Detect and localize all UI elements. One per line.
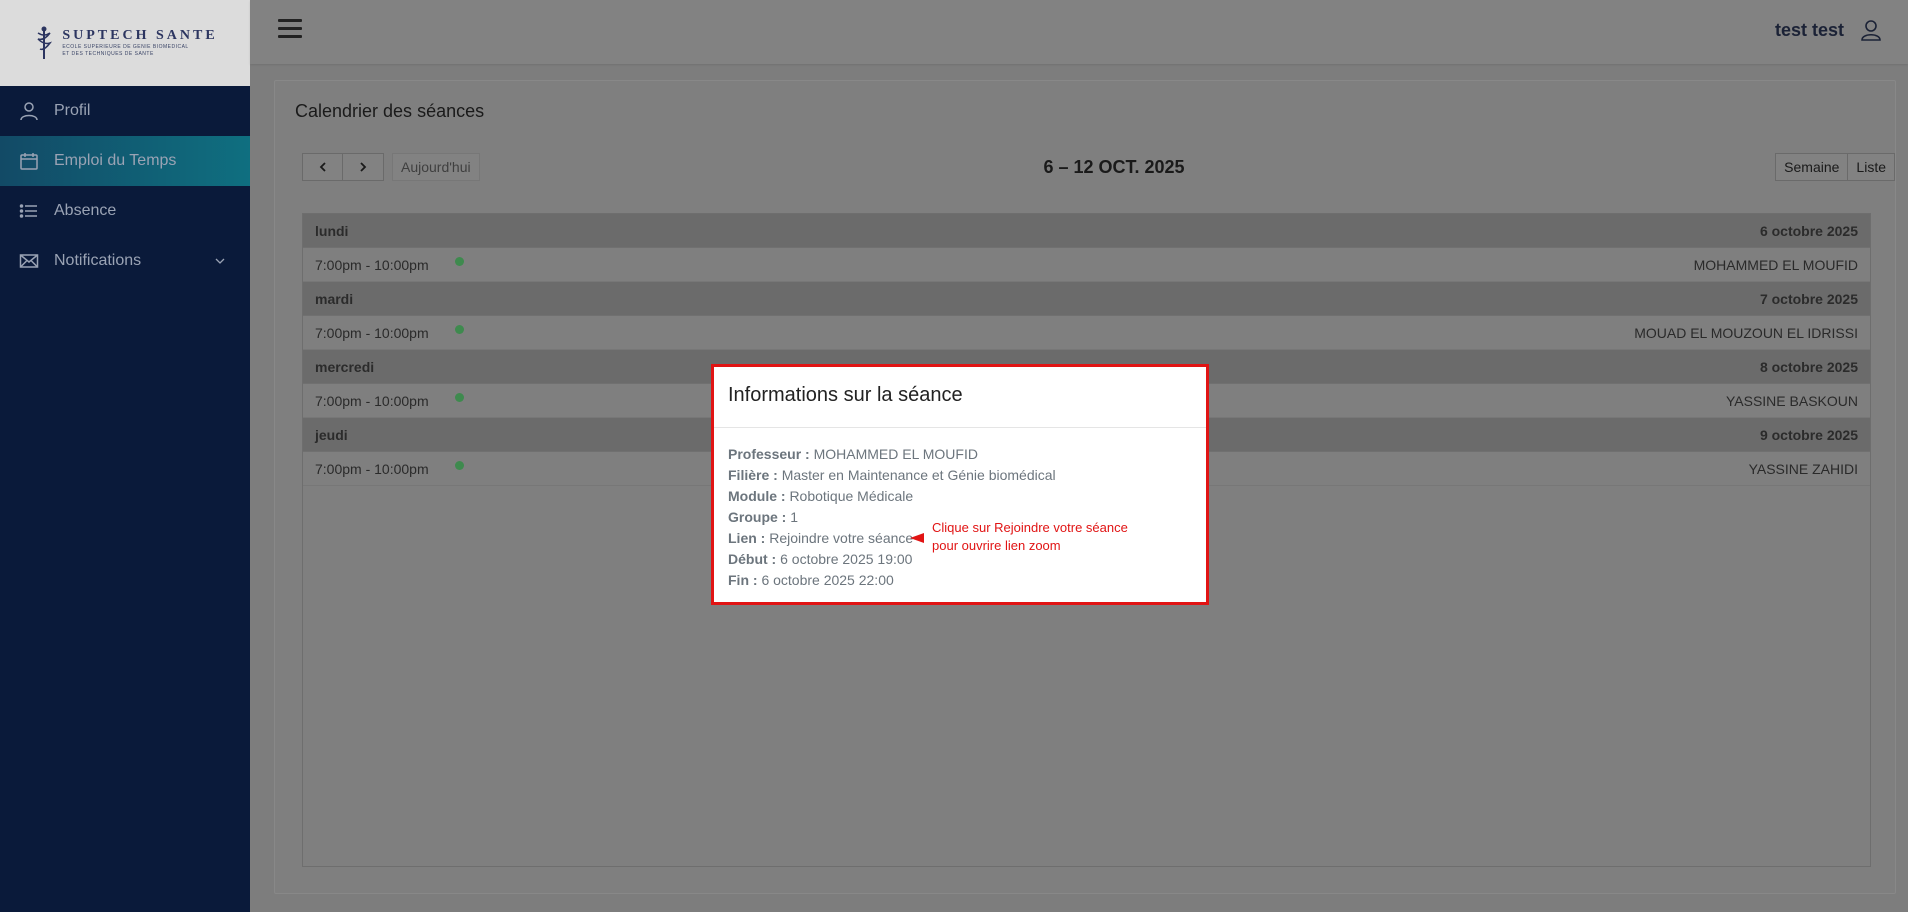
filiere-label: Filière : <box>728 467 778 483</box>
day-name: lundi <box>315 222 349 239</box>
groupe-label: Groupe : <box>728 509 787 525</box>
caduceus-icon <box>32 25 56 61</box>
annotation-text: Clique sur Rejoindre votre séance pour o… <box>932 519 1172 555</box>
user-name[interactable]: test test <box>1775 20 1844 41</box>
sidebar-item-label: Emploi du Temps <box>54 152 177 169</box>
day-name: jeudi <box>315 426 348 443</box>
day-date: 9 octobre 2025 <box>1759 426 1858 443</box>
session-info-modal: Informations sur la séance Professeur : … <box>711 364 1209 605</box>
lien-label: Lien : <box>728 530 766 546</box>
day-date: 7 octobre 2025 <box>1759 290 1858 307</box>
annotation-line2: pour ouvrire lien zoom <box>932 538 1061 553</box>
day-name: mercredi <box>315 358 375 375</box>
day-name: mardi <box>315 290 354 307</box>
day-header: mardi 7 octobre 2025 <box>303 282 1870 316</box>
event-professor[interactable]: MOHAMMED EL MOUFID <box>1694 257 1858 273</box>
view-week-button[interactable]: Semaine <box>1775 153 1849 181</box>
professor-line: Professeur : MOHAMMED EL MOUFID <box>728 444 1192 465</box>
fin-line: Fin : 6 octobre 2025 22:00 <box>728 570 1192 591</box>
event-professor[interactable]: YASSINE BASKOUN <box>1726 393 1858 409</box>
event-professor[interactable]: YASSINE ZAHIDI <box>1749 461 1858 477</box>
sidebar-item-profil[interactable]: Profil <box>0 86 250 136</box>
event-time: 7:00pm - 10:00pm <box>315 324 429 341</box>
module-line: Module : Robotique Médicale <box>728 486 1192 507</box>
event-professor[interactable]: MOUAD EL MOUZOUN EL IDRISSI <box>1634 325 1858 341</box>
sidebar-item-notifications[interactable]: Notifications <box>0 236 250 286</box>
sidebar: SUPTECH SANTE ECOLE SUPERIEURE DE GENIE … <box>0 0 250 912</box>
modal-title: Informations sur la séance <box>714 367 1206 428</box>
event-row[interactable]: 7:00pm - 10:00pm MOUAD EL MOUZOUN EL IDR… <box>303 316 1870 350</box>
user-icon[interactable] <box>1860 19 1882 41</box>
event-dot <box>455 257 464 266</box>
user-icon <box>18 100 40 122</box>
chevron-down-icon[interactable] <box>214 254 226 272</box>
brand-name: SUPTECH SANTE <box>62 28 218 43</box>
groupe-value: 1 <box>790 509 799 525</box>
sidebar-item-label: Absence <box>54 202 117 219</box>
day-header: lundi 6 octobre 2025 <box>303 214 1870 248</box>
brand-subtitle-line2: ET DES TECHNIQUES DE SANTE <box>62 51 154 57</box>
filiere-line: Filière : Master en Maintenance et Génie… <box>728 465 1192 486</box>
debut-label: Début : <box>728 551 777 567</box>
sidebar-item-label: Profil <box>54 102 91 119</box>
calendar-icon <box>18 150 40 172</box>
join-session-link[interactable]: Rejoindre votre séance <box>769 530 913 546</box>
sidebar-item-emploi-du-temps[interactable]: Emploi du Temps <box>0 136 250 186</box>
event-time: 7:00pm - 10:00pm <box>315 392 429 409</box>
fin-value: 6 octobre 2025 22:00 <box>761 572 894 588</box>
fin-label: Fin : <box>728 572 758 588</box>
list-icon <box>18 200 40 222</box>
event-time: 7:00pm - 10:00pm <box>315 256 429 273</box>
event-time: 7:00pm - 10:00pm <box>315 460 429 477</box>
envelope-icon <box>18 250 40 272</box>
day-date: 8 octobre 2025 <box>1759 358 1858 375</box>
view-list-button[interactable]: Liste <box>1848 153 1895 181</box>
professor-label: Professeur : <box>728 446 810 462</box>
brand-logo[interactable]: SUPTECH SANTE ECOLE SUPERIEURE DE GENIE … <box>0 0 250 86</box>
view-switcher: Semaine Liste <box>1775 153 1895 181</box>
brand-subtitle-line1: ECOLE SUPERIEURE DE GENIE BIOMEDICAL <box>62 44 189 50</box>
page-title: Calendrier des séances <box>295 101 485 121</box>
module-label: Module : <box>728 488 786 504</box>
event-row[interactable]: 7:00pm - 10:00pm MOHAMMED EL MOUFID <box>303 248 1870 282</box>
calendar-range-title: 6 – 12 OCT. 2025 <box>1043 157 1185 177</box>
sidebar-item-label: Notifications <box>54 252 142 269</box>
debut-value: 6 octobre 2025 19:00 <box>780 551 913 567</box>
modal-body: Professeur : MOHAMMED EL MOUFID Filière … <box>714 428 1206 607</box>
annotation-line1: Clique sur Rejoindre votre séance <box>932 520 1128 535</box>
sidebar-item-absence[interactable]: Absence <box>0 186 250 236</box>
annotation-arrow-icon <box>910 533 924 543</box>
event-dot <box>455 325 464 334</box>
filiere-value: Master en Maintenance et Génie biomédica… <box>781 467 1056 483</box>
module-value: Robotique Médicale <box>789 488 914 504</box>
event-dot <box>455 393 464 402</box>
hamburger-menu-icon[interactable] <box>278 19 302 39</box>
event-dot <box>455 461 464 470</box>
topbar: test test <box>250 0 1908 64</box>
day-date: 6 octobre 2025 <box>1759 222 1858 239</box>
professor-value: MOHAMMED EL MOUFID <box>813 446 978 462</box>
